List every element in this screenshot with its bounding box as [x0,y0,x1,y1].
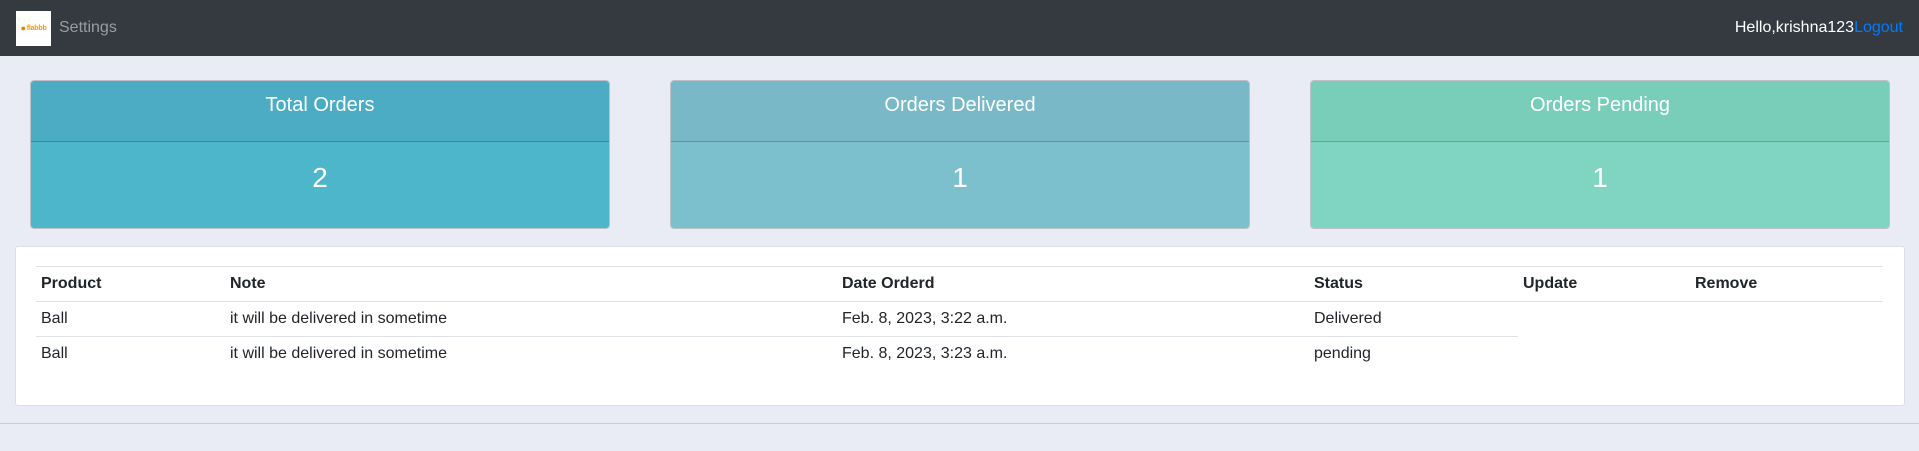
header-update: Update [1518,266,1690,302]
cell-update [1518,337,1690,372]
table-row: Ball it will be delivered in sometime Fe… [36,301,1883,337]
cell-date: Feb. 8, 2023, 3:22 a.m. [837,301,1309,337]
drop-icon: ● [20,23,26,33]
cell-remove [1690,337,1883,372]
orders-table-panel: Product Note Date Orderd Status Update R… [15,246,1905,406]
cell-note: it will be delivered in sometime [225,301,837,337]
cell-date: Feb. 8, 2023, 3:23 a.m. [842,345,1008,363]
orders-table: Product Note Date Orderd Status Update R… [36,266,1883,372]
orders-pending-card: Orders Pending 1 [1310,80,1890,229]
orders-pending-value: 1 [1311,142,1889,228]
cell-update [1518,302,1690,337]
settings-link[interactable]: Settings [59,19,117,37]
cell-product: Ball [36,301,225,337]
header-product: Product [36,266,225,302]
logout-link[interactable]: Logout [1854,19,1903,37]
total-orders-card: Total Orders 2 [30,80,610,229]
header-status: Status [1309,266,1518,302]
header-note: Note [225,266,837,302]
table-header-row: Product Note Date Orderd Status Update R… [36,266,1883,302]
logo-text: flabbb [26,24,47,32]
brand-logo[interactable]: ● flabbb [16,10,51,46]
top-navbar: ● flabbb Settings Hello,krishna123 Logout [0,0,1919,56]
header-remove: Remove [1690,266,1883,302]
cell-product: Ball [41,345,68,363]
user-area: Hello,krishna123 Logout [1735,19,1903,37]
orders-delivered-title: Orders Delivered [671,81,1249,142]
cell-note: it will be delivered in sometime [230,345,447,363]
cell-status: Delivered [1309,301,1518,337]
orders-delivered-value: 1 [671,142,1249,228]
header-date-ordered: Date Orderd [837,266,1309,302]
orders-pending-title: Orders Pending [1311,81,1889,142]
orders-delivered-card: Orders Delivered 1 [670,80,1250,229]
cell-status: pending [1314,345,1371,363]
footer-divider [0,423,1919,424]
user-greeting: Hello,krishna123 [1734,19,1855,36]
cell-remove [1690,302,1883,337]
table-row: Ball it will be delivered in sometime Fe… [36,337,1883,372]
total-orders-value: 2 [31,142,609,228]
total-orders-title: Total Orders [31,81,609,142]
